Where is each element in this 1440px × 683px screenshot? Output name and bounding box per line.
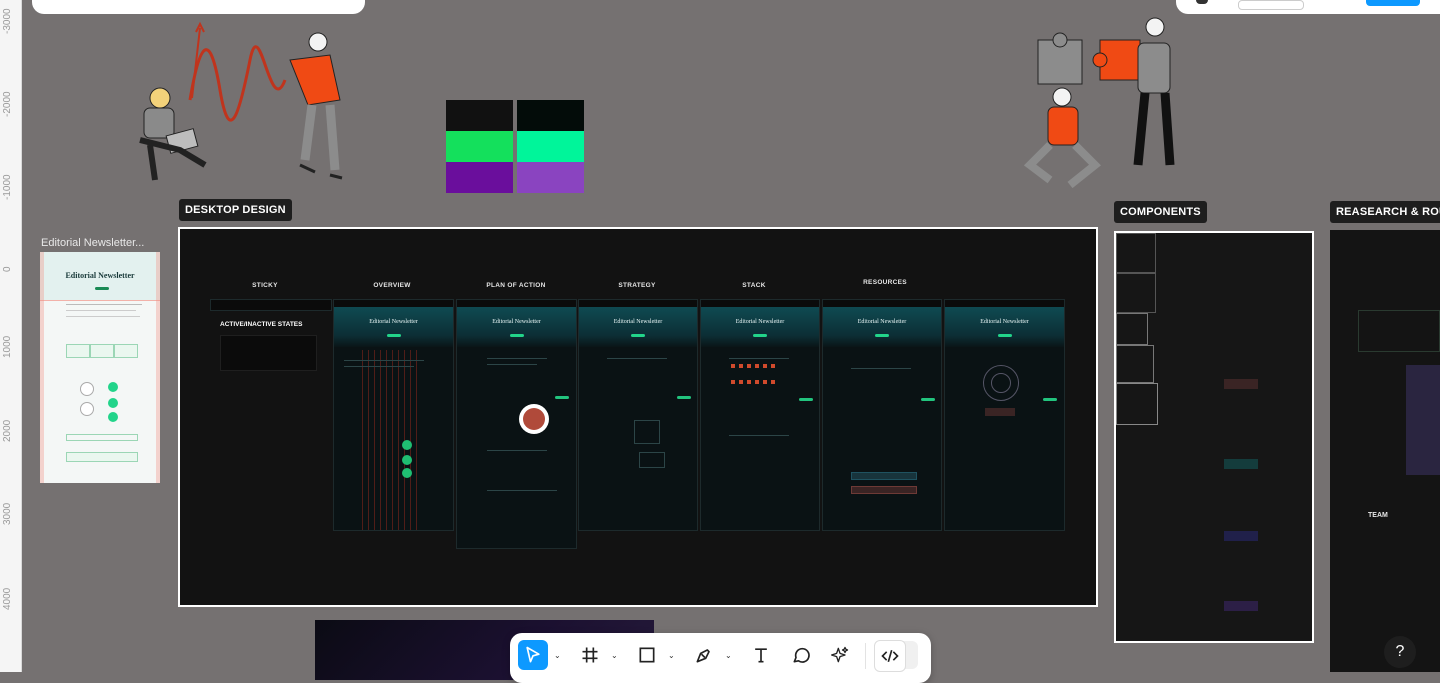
ruler-label: 4000 bbox=[2, 587, 13, 610]
frame-tool[interactable] bbox=[575, 640, 605, 670]
pen-icon bbox=[696, 649, 710, 663]
avatar[interactable] bbox=[1196, 0, 1208, 4]
research-frame[interactable]: TEAM bbox=[1330, 230, 1440, 672]
pen-tool[interactable] bbox=[689, 640, 719, 670]
screen-title: Editorial Newsletter bbox=[980, 319, 1029, 325]
chevron-down-icon[interactable]: ⌄ bbox=[725, 651, 732, 660]
screen-sixth[interactable]: Editorial Newsletter bbox=[944, 299, 1065, 531]
sticky-heading: ACTIVE/INACTIVE STATES bbox=[220, 321, 303, 328]
top-left-panel[interactable] bbox=[32, 0, 365, 14]
column-title-sticky: STICKY bbox=[252, 282, 278, 289]
screen-strategy[interactable]: Editorial Newsletter bbox=[578, 299, 698, 531]
chevron-down-icon[interactable]: ⌄ bbox=[554, 651, 561, 660]
text-icon bbox=[755, 648, 767, 663]
editorial-title: Editorial Newsletter bbox=[65, 271, 135, 280]
editorial-cta bbox=[95, 287, 109, 290]
screen-title: Editorial Newsletter bbox=[857, 319, 907, 325]
swatch-green[interactable] bbox=[446, 131, 513, 162]
ruler-label: 0 bbox=[2, 266, 13, 272]
actions-tool[interactable] bbox=[825, 640, 855, 670]
sparkle-icon bbox=[831, 646, 849, 663]
frame-label-editorial[interactable]: Editorial Newsletter... bbox=[41, 237, 144, 249]
zoom-control[interactable] bbox=[1238, 0, 1304, 10]
code-button[interactable] bbox=[874, 640, 906, 672]
illustration-growth-icon bbox=[139, 21, 343, 181]
screen-overview[interactable]: Editorial Newsletter bbox=[333, 299, 454, 531]
ruler-label: 1000 bbox=[2, 335, 13, 358]
ruler-label: -1000 bbox=[2, 174, 13, 200]
ruler-label: 3000 bbox=[2, 502, 13, 525]
text-tool[interactable] bbox=[746, 640, 776, 670]
swatch-black[interactable] bbox=[446, 100, 513, 131]
move-tool[interactable] bbox=[518, 640, 548, 670]
team-label: TEAM bbox=[1368, 512, 1388, 519]
chevron-down-icon[interactable]: ⌄ bbox=[668, 651, 675, 660]
sticky-nav[interactable] bbox=[210, 299, 332, 311]
desktop-design-frame[interactable]: STICKY OVERVIEW PLAN OF ACTION STRATEGY … bbox=[178, 227, 1098, 607]
column-title-plan: PLAN OF ACTION bbox=[486, 282, 546, 289]
screen-title: Editorial Newsletter bbox=[492, 319, 541, 325]
frame-label-research[interactable]: REASEARCH & ROU bbox=[1330, 201, 1440, 223]
states-table bbox=[220, 335, 317, 371]
illustration-puzzle-icon bbox=[1023, 17, 1175, 189]
hash-icon bbox=[582, 647, 598, 663]
ruler-label: -2000 bbox=[2, 91, 13, 117]
screen-title: Editorial Newsletter bbox=[369, 319, 418, 325]
dev-mode-toggle[interactable] bbox=[874, 640, 918, 672]
comment-tool[interactable] bbox=[786, 640, 816, 670]
ruler-label: -3000 bbox=[2, 8, 13, 34]
screen-stack[interactable]: Editorial Newsletter bbox=[700, 299, 820, 531]
square-icon bbox=[639, 647, 655, 663]
swatch-purple[interactable] bbox=[446, 162, 513, 193]
code-icon bbox=[881, 649, 899, 663]
cursor-icon bbox=[526, 646, 540, 663]
editorial-newsletter-frame[interactable]: Editorial Newsletter bbox=[40, 252, 160, 483]
frame-label-components[interactable]: COMPONENTS bbox=[1114, 201, 1207, 223]
chevron-down-icon[interactable]: ⌄ bbox=[611, 651, 618, 660]
ruler-label: 2000 bbox=[2, 419, 13, 442]
components-frame[interactable] bbox=[1114, 231, 1314, 643]
column-title-stack: STACK bbox=[742, 282, 766, 289]
screen-title: Editorial Newsletter bbox=[613, 319, 663, 325]
vertical-ruler: -3000 -2000 -1000 0 1000 2000 3000 4000 bbox=[0, 0, 22, 672]
swatch-mint[interactable] bbox=[517, 131, 584, 162]
column-title-resources: RESOURCES bbox=[863, 279, 907, 286]
screen-plan-of-action[interactable]: Editorial Newsletter bbox=[456, 299, 577, 549]
shape-tool[interactable] bbox=[632, 640, 662, 670]
screen-resources[interactable]: Editorial Newsletter bbox=[822, 299, 942, 531]
bottom-toolbar: ⌄ ⌄ ⌄ ⌄ bbox=[510, 633, 931, 683]
avatar[interactable] bbox=[519, 404, 549, 434]
screen-title: Editorial Newsletter bbox=[735, 319, 785, 325]
swatch-violet[interactable] bbox=[517, 162, 584, 193]
comment-icon bbox=[793, 647, 810, 663]
column-title-overview: OVERVIEW bbox=[373, 282, 411, 289]
share-button[interactable] bbox=[1366, 0, 1420, 6]
frame-label-desktop-design[interactable]: DESKTOP DESIGN bbox=[179, 199, 292, 221]
top-right-panel[interactable] bbox=[1176, 0, 1440, 14]
help-button[interactable]: ? bbox=[1384, 636, 1416, 668]
swatch-deep-black[interactable] bbox=[517, 100, 584, 131]
column-title-strategy: STRATEGY bbox=[618, 282, 656, 289]
